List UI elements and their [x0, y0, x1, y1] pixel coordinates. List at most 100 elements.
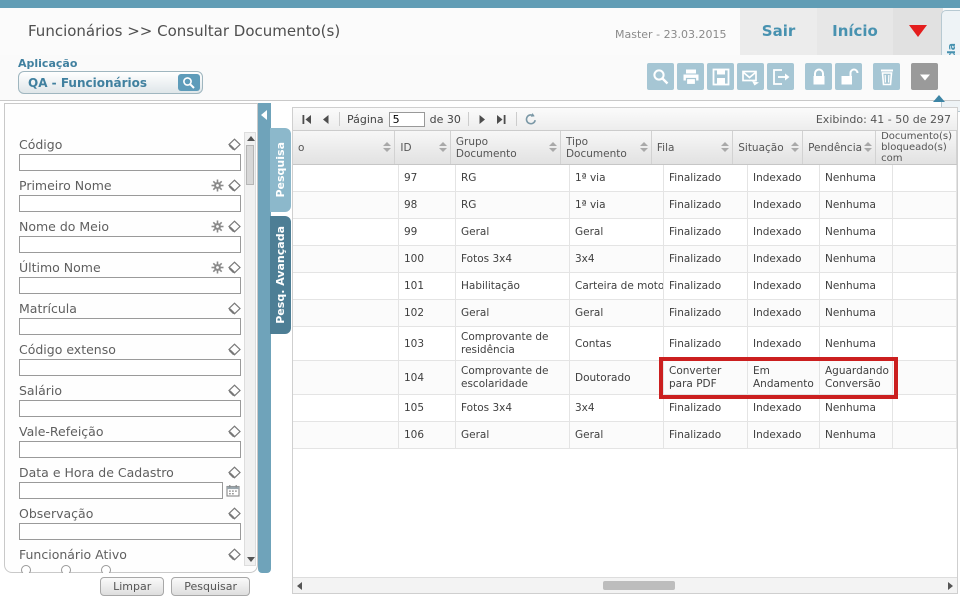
- field-input[interactable]: [19, 400, 241, 417]
- hscroll-thumb[interactable]: [603, 581, 675, 590]
- gear-icon[interactable]: [211, 179, 224, 192]
- field-input[interactable]: [19, 359, 241, 376]
- mail-send-icon: [741, 67, 761, 87]
- radio-option[interactable]: [101, 565, 115, 573]
- lock-button[interactable]: [805, 63, 832, 90]
- cell-pendencia: Nenhuma: [820, 246, 893, 273]
- cell-tipo: 3x4: [570, 395, 664, 422]
- application-search-button[interactable]: [178, 74, 200, 91]
- send-mail-button[interactable]: [737, 63, 764, 90]
- save-button[interactable]: [707, 63, 734, 90]
- export-button[interactable]: [767, 63, 794, 90]
- field-input[interactable]: [19, 195, 241, 212]
- table-row[interactable]: 102GeralGeralFinalizadoIndexadoNenhuma: [293, 300, 957, 327]
- scroll-down-icon[interactable]: [247, 557, 255, 562]
- column-header[interactable]: Situação: [733, 131, 803, 164]
- first-page-button[interactable]: [299, 112, 313, 126]
- toolbar-collapse-icon[interactable]: [933, 95, 945, 102]
- column-header[interactable]: ID: [395, 131, 450, 164]
- field-input[interactable]: [19, 154, 241, 171]
- field-input[interactable]: [19, 482, 223, 499]
- sort-icon[interactable]: [549, 142, 557, 152]
- radio-icon[interactable]: [101, 565, 111, 573]
- eraser-icon[interactable]: [228, 425, 241, 438]
- field-input[interactable]: [19, 441, 241, 458]
- field-input[interactable]: [19, 523, 241, 540]
- scroll-thumb[interactable]: [246, 145, 254, 185]
- sort-icon[interactable]: [721, 142, 729, 152]
- sort-icon[interactable]: [383, 142, 391, 152]
- table-row[interactable]: 98RG1ª viaFinalizadoIndexadoNenhuma: [293, 192, 957, 219]
- collapse-panel-icon[interactable]: [261, 110, 267, 120]
- eraser-icon[interactable]: [228, 179, 241, 192]
- table-row[interactable]: 97RG1ª viaFinalizadoIndexadoNenhuma: [293, 165, 957, 192]
- delete-button[interactable]: [873, 63, 900, 90]
- table-row[interactable]: 104Comprovante de escolaridadeDoutoradoC…: [293, 361, 957, 395]
- menu-dropdown-button[interactable]: [893, 8, 943, 55]
- field-label: Código: [19, 137, 228, 152]
- search-submit-button[interactable]: Pesquisar: [171, 577, 250, 596]
- gear-icon[interactable]: [211, 220, 224, 233]
- eraser-icon[interactable]: [228, 343, 241, 356]
- field-icons: [228, 425, 241, 438]
- table-row[interactable]: 101HabilitaçãoCarteira de motoristaFinal…: [293, 273, 957, 300]
- gear-icon[interactable]: [211, 261, 224, 274]
- hscroll-right-icon[interactable]: [948, 582, 953, 590]
- column-header[interactable]: Fila: [652, 131, 733, 164]
- calendar-icon[interactable]: [226, 484, 240, 497]
- field-input[interactable]: [19, 318, 241, 335]
- tab-pesquisa[interactable]: Pesquisa: [270, 128, 291, 212]
- prev-page-button[interactable]: [318, 112, 332, 126]
- more-actions-button[interactable]: [911, 63, 938, 90]
- radio-option[interactable]: [21, 565, 35, 573]
- radio-icon[interactable]: [61, 565, 71, 573]
- last-page-button[interactable]: [495, 112, 509, 126]
- search-field: Nome do Meio: [19, 218, 241, 253]
- refresh-button[interactable]: [524, 112, 538, 126]
- search-button[interactable]: [647, 63, 674, 90]
- column-header[interactable]: Pendência: [803, 131, 876, 164]
- grid-hscrollbar[interactable]: [293, 577, 957, 593]
- table-row[interactable]: 99GeralGeralFinalizadoIndexadoNenhuma: [293, 219, 957, 246]
- next-page-button[interactable]: [476, 112, 490, 126]
- page-input[interactable]: [389, 112, 425, 127]
- sort-icon[interactable]: [864, 142, 872, 152]
- table-row[interactable]: 105Fotos 3x43x4FinalizadoIndexadoNenhuma: [293, 395, 957, 422]
- sort-icon[interactable]: [439, 142, 447, 152]
- column-header[interactable]: Documento(s) bloqueado(s) com: [876, 131, 957, 164]
- column-header[interactable]: Tipo Documento: [561, 131, 652, 164]
- logout-button[interactable]: Sair: [740, 8, 817, 55]
- field-input[interactable]: [19, 277, 241, 294]
- field-input[interactable]: [19, 236, 241, 253]
- eraser-icon[interactable]: [228, 261, 241, 274]
- tab-pesquisa-avancada[interactable]: Pesq. Avançada: [270, 216, 291, 334]
- eraser-icon[interactable]: [228, 507, 241, 520]
- cell-blank: [293, 327, 399, 361]
- subheader: Aplicação QA - Funcionários: [0, 55, 960, 101]
- hscroll-left-icon[interactable]: [297, 582, 302, 590]
- home-button[interactable]: Início: [817, 8, 893, 55]
- unlock-button[interactable]: [835, 63, 862, 90]
- column-header[interactable]: o: [293, 131, 395, 164]
- eraser-icon[interactable]: [228, 302, 241, 315]
- cell-grupo: Geral: [456, 422, 570, 449]
- clear-button[interactable]: Limpar: [100, 577, 164, 596]
- column-header[interactable]: Grupo Documento: [451, 131, 561, 164]
- eraser-icon[interactable]: [228, 220, 241, 233]
- sort-icon[interactable]: [640, 142, 648, 152]
- table-row[interactable]: 103Comprovante de residênciaContasFinali…: [293, 327, 957, 361]
- radio-icon[interactable]: [21, 565, 31, 573]
- print-button[interactable]: [677, 63, 704, 90]
- table-row[interactable]: 106GeralGeralFinalizadoIndexadoNenhuma: [293, 422, 957, 449]
- application-selector[interactable]: QA - Funcionários: [18, 71, 203, 94]
- cell-grupo: RG: [456, 192, 570, 219]
- sort-icon[interactable]: [791, 142, 799, 152]
- panel-scrollbar[interactable]: [244, 132, 256, 566]
- table-row[interactable]: 100Fotos 3x43x4FinalizadoIndexadoNenhuma: [293, 246, 957, 273]
- eraser-icon[interactable]: [228, 384, 241, 397]
- radio-option[interactable]: [61, 565, 75, 573]
- scroll-up-icon[interactable]: [247, 136, 255, 141]
- eraser-icon[interactable]: [228, 548, 241, 561]
- eraser-icon[interactable]: [228, 466, 241, 479]
- eraser-icon[interactable]: [228, 138, 241, 151]
